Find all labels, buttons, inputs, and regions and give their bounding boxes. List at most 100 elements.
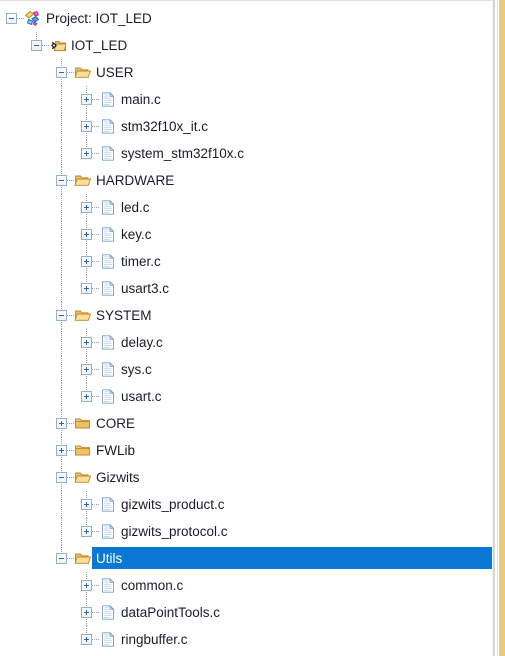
- tree-row[interactable]: sys.c: [0, 356, 492, 383]
- tree-row[interactable]: common.c: [0, 572, 492, 599]
- tree-row[interactable]: Project: IOT_LED: [0, 5, 492, 32]
- tree-row-label: usart.c: [121, 389, 162, 404]
- collapse-toggle-icon[interactable]: [6, 13, 17, 24]
- tree-row-label: common.c: [121, 578, 184, 593]
- tree-connector-stub: [92, 531, 99, 532]
- tree-row[interactable]: SYSTEM: [0, 302, 492, 329]
- collapse-toggle-icon[interactable]: [56, 472, 67, 483]
- tree-row-label: CORE: [96, 416, 136, 431]
- expand-toggle-icon[interactable]: [81, 499, 92, 510]
- tree-row[interactable]: USER: [0, 59, 492, 86]
- project-tree[interactable]: Project: IOT_LED IOT_LED USER main.c stm…: [0, 0, 492, 653]
- c-file-icon: [99, 604, 117, 621]
- tree-row-label: timer.c: [121, 254, 161, 269]
- tree-row[interactable]: usart3.c: [0, 275, 492, 302]
- tree-connector-stub: [92, 612, 99, 613]
- tree-connector-stub: [92, 153, 99, 154]
- tree-row-label: delay.c: [121, 335, 163, 350]
- tree-row[interactable]: stm32f10x_it.c: [0, 113, 492, 140]
- tree-row-label: Utils: [96, 551, 123, 566]
- folder-open-icon: [74, 172, 92, 189]
- tree-row[interactable]: gizwits_product.c: [0, 491, 492, 518]
- c-file-icon: [99, 199, 117, 216]
- c-file-icon: [99, 334, 117, 351]
- tree-connector-stub: [67, 180, 74, 181]
- expand-toggle-icon[interactable]: [81, 580, 92, 591]
- collapse-toggle-icon[interactable]: [56, 175, 67, 186]
- tree-row[interactable]: FWLib: [0, 437, 492, 464]
- c-file-icon: [99, 145, 117, 162]
- expand-toggle-icon[interactable]: [81, 337, 92, 348]
- expand-toggle-icon[interactable]: [56, 418, 67, 429]
- tree-connector-stub: [92, 639, 99, 640]
- tree-row-label: usart3.c: [121, 281, 170, 296]
- folder-closed-icon: [74, 415, 92, 432]
- c-file-icon: [99, 631, 117, 648]
- tree-connector-stub: [92, 585, 99, 586]
- tree-connector-stub: [92, 342, 99, 343]
- expand-toggle-icon[interactable]: [81, 229, 92, 240]
- c-file-icon: [99, 226, 117, 243]
- collapse-toggle-icon[interactable]: [56, 310, 67, 321]
- tree-row-label: Gizwits: [96, 470, 140, 485]
- c-file-icon: [99, 388, 117, 405]
- tree-row[interactable]: dataPointTools.c: [0, 599, 492, 626]
- tree-guide-line: [61, 491, 62, 518]
- tree-row[interactable]: HARDWARE: [0, 167, 492, 194]
- project-icon: [24, 10, 42, 27]
- folder-open-icon: [74, 64, 92, 81]
- tree-row[interactable]: CORE: [0, 410, 492, 437]
- c-file-icon: [99, 361, 117, 378]
- tree-row-label: ringbuffer.c: [121, 632, 188, 647]
- tree-guide-line: [61, 86, 62, 113]
- expand-toggle-icon[interactable]: [81, 607, 92, 618]
- expand-toggle-icon[interactable]: [81, 391, 92, 402]
- tree-row[interactable]: led.c: [0, 194, 492, 221]
- tree-row[interactable]: usart.c: [0, 383, 492, 410]
- tree-guide-line: [61, 113, 62, 140]
- collapse-toggle-icon[interactable]: [56, 553, 67, 564]
- tree-row[interactable]: delay.c: [0, 329, 492, 356]
- tree-connector-stub: [92, 126, 99, 127]
- c-file-icon: [99, 91, 117, 108]
- tree-row[interactable]: gizwits_protocol.c: [0, 518, 492, 545]
- tree-row-label: gizwits_product.c: [121, 497, 225, 512]
- collapse-toggle-icon[interactable]: [56, 67, 67, 78]
- expand-toggle-icon[interactable]: [81, 634, 92, 645]
- tree-guide-line: [61, 518, 62, 545]
- c-file-icon: [99, 577, 117, 594]
- tree-row[interactable]: timer.c: [0, 248, 492, 275]
- collapse-toggle-icon[interactable]: [31, 40, 42, 51]
- tree-guide-line: [61, 140, 62, 167]
- tree-row[interactable]: key.c: [0, 221, 492, 248]
- tree-row[interactable]: ringbuffer.c: [0, 626, 492, 653]
- expand-toggle-icon[interactable]: [81, 364, 92, 375]
- expand-toggle-icon[interactable]: [81, 256, 92, 267]
- expand-toggle-icon[interactable]: [81, 94, 92, 105]
- selection-highlight: [92, 547, 492, 569]
- expand-toggle-icon[interactable]: [81, 283, 92, 294]
- tree-connector-stub: [92, 207, 99, 208]
- expand-toggle-icon[interactable]: [81, 202, 92, 213]
- tree-connector-stub: [92, 396, 99, 397]
- tree-row-label: USER: [96, 65, 134, 80]
- tree-row-label: dataPointTools.c: [121, 605, 221, 620]
- tree-row-label: led.c: [121, 200, 150, 215]
- tree-row[interactable]: system_stm32f10x.c: [0, 140, 492, 167]
- window-accent-strip: [499, 0, 505, 656]
- expand-toggle-icon[interactable]: [81, 121, 92, 132]
- tree-row[interactable]: Gizwits: [0, 464, 492, 491]
- tree-connector-stub: [67, 450, 74, 451]
- target-folder-icon: [49, 37, 67, 54]
- tree-row-label: key.c: [121, 227, 152, 242]
- c-file-icon: [99, 496, 117, 513]
- tree-row[interactable]: main.c: [0, 86, 492, 113]
- expand-toggle-icon[interactable]: [81, 148, 92, 159]
- c-file-icon: [99, 523, 117, 540]
- tree-row[interactable]: IOT_LED: [0, 32, 492, 59]
- tree-row[interactable]: Utils: [0, 545, 492, 572]
- tree-connector-stub: [17, 18, 24, 19]
- tree-row-label: main.c: [121, 92, 161, 107]
- expand-toggle-icon[interactable]: [81, 526, 92, 537]
- expand-toggle-icon[interactable]: [56, 445, 67, 456]
